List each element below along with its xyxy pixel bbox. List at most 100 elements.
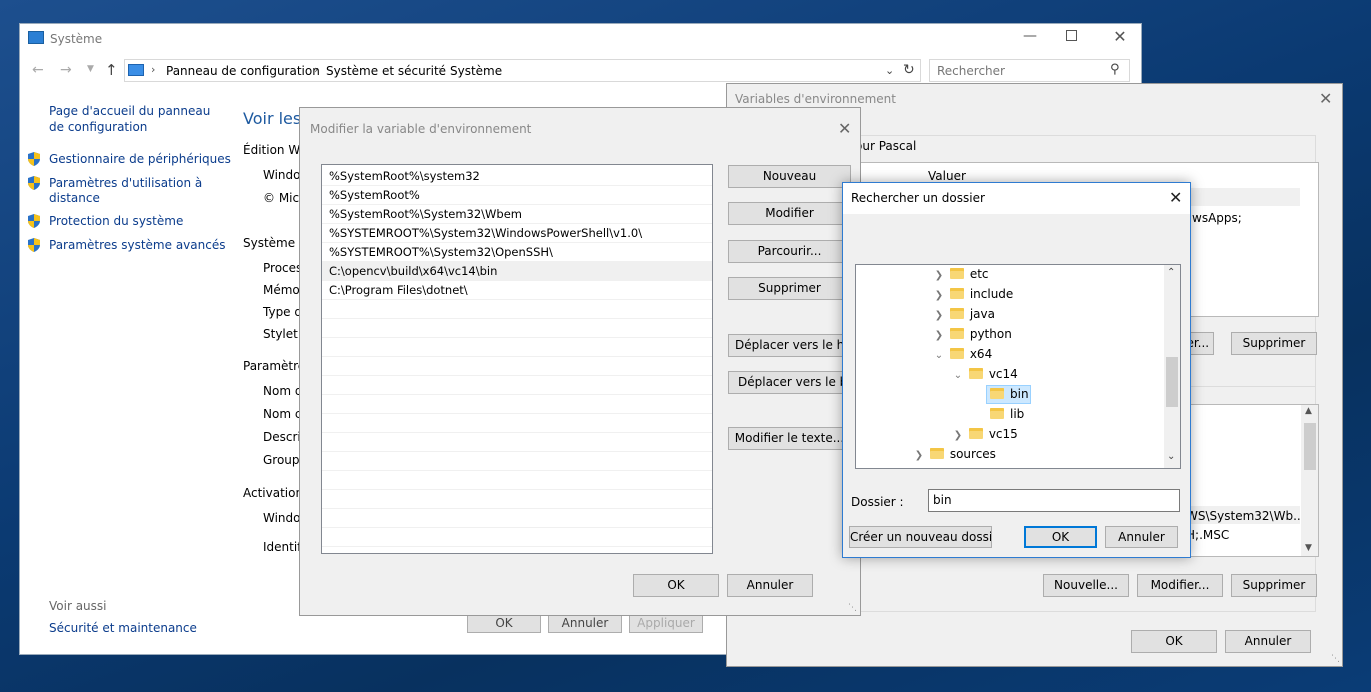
value-column-header[interactable]: Valuer — [928, 169, 966, 183]
path-list-item[interactable]: %SYSTEMROOT%\System32\WindowsPowerShell\… — [322, 224, 712, 243]
sidebar-item-device-manager[interactable]: Gestionnaire de périphériques — [26, 151, 236, 169]
tree-item-java[interactable]: ❯ java — [932, 307, 995, 321]
move-down-button[interactable]: Déplacer vers le bas — [728, 371, 851, 394]
edit-ok-button[interactable]: OK — [633, 574, 719, 597]
collapse-chevron-icon[interactable]: ⌄ — [951, 370, 965, 381]
env-cancel-button[interactable]: Annuler — [1225, 630, 1311, 653]
close-icon[interactable]: ✕ — [838, 119, 851, 138]
folder-tree[interactable]: ❯ etc ❯ include ❯ java ❯ python ⌄ x64 ⌄ … — [855, 264, 1181, 469]
search-input[interactable]: Rechercher ⚲ — [929, 59, 1130, 82]
expand-chevron-icon[interactable]: ❯ — [932, 330, 946, 341]
edit-cancel-button[interactable]: Annuler — [727, 574, 813, 597]
tree-item-python[interactable]: ❯ python — [932, 327, 1012, 341]
expand-chevron-icon[interactable]: ❯ — [932, 290, 946, 301]
empty-path-row — [322, 414, 712, 433]
scroll-thumb[interactable] — [1166, 357, 1178, 407]
breadcrumb-item[interactable]: Système et sécurité — [326, 64, 446, 78]
sidebar-item-advanced-settings[interactable]: Paramètres système avancés — [26, 237, 236, 255]
tree-item-include[interactable]: ❯ include — [932, 287, 1014, 301]
system-line: Mémoi — [263, 283, 304, 297]
browse-cancel-button[interactable]: Annuler — [1105, 526, 1178, 548]
up-arrow-icon[interactable]: ↑ — [105, 61, 118, 79]
scroll-down-icon[interactable]: ⌄ — [1167, 451, 1175, 462]
folder-input[interactable]: bin — [928, 489, 1180, 512]
resize-grip-icon[interactable]: ⋱ — [1331, 654, 1340, 664]
address-bar[interactable]: › Panneau de configuration › Système et … — [124, 59, 921, 82]
minimize-icon[interactable]: — — [1020, 28, 1040, 44]
system-vars-list[interactable]: WS\System32\Wb... H;.MSC ▲ ▼ — [1183, 404, 1319, 557]
resize-grip-icon[interactable]: ⋱ — [848, 603, 857, 613]
delete-path-button[interactable]: Supprimer — [728, 277, 851, 300]
edit-variable-window: Modifier la variable d'environnement ✕ %… — [299, 107, 861, 616]
tree-item-sources[interactable]: ❯ sources — [912, 447, 996, 461]
folder-icon — [968, 428, 983, 439]
path-list-item[interactable]: %SystemRoot%\system32 — [322, 167, 712, 186]
breadcrumb-separator-icon: › — [151, 63, 156, 76]
new-path-button[interactable]: Nouveau — [728, 165, 851, 188]
computer-icon — [128, 64, 144, 76]
sidebar-item-system-protection[interactable]: Protection du système — [26, 213, 236, 231]
path-list-item[interactable]: %SystemRoot% — [322, 186, 712, 205]
browse-path-button[interactable]: Parcourir... — [728, 240, 851, 263]
empty-path-row — [322, 490, 712, 509]
breadcrumb-item[interactable]: Panneau de configuration — [166, 64, 320, 78]
create-folder-button[interactable]: Créer un nouveau dossier — [849, 526, 992, 548]
modify-system-var-button[interactable]: Modifier... — [1137, 574, 1223, 597]
recent-chevron-icon[interactable]: ▼ — [87, 64, 94, 74]
expand-chevron-icon[interactable]: ❯ — [951, 430, 965, 441]
system-vars-scrollbar[interactable]: ▲ ▼ — [1301, 405, 1318, 556]
folder-tree-scrollbar[interactable]: ⌃ ⌄ — [1164, 265, 1180, 468]
browse-ok-button[interactable]: OK — [1024, 526, 1097, 548]
system-window-titlebar[interactable]: Système — ✕ — [20, 24, 1141, 54]
scroll-up-icon[interactable]: ⌃ — [1167, 267, 1175, 278]
move-up-button[interactable]: Déplacer vers le haut — [728, 334, 851, 357]
tree-item-label: include — [969, 287, 1014, 301]
empty-path-row — [322, 471, 712, 490]
modify-path-button[interactable]: Modifier — [728, 202, 851, 225]
expand-chevron-icon[interactable]: ❯ — [932, 270, 946, 281]
tree-item-vc15[interactable]: ❯ vc15 — [951, 427, 1018, 441]
tree-item-label: lib — [1010, 407, 1025, 421]
back-arrow-icon[interactable]: ← — [32, 62, 44, 78]
expand-chevron-icon[interactable]: ❯ — [912, 450, 926, 461]
close-icon[interactable]: ✕ — [1319, 89, 1332, 108]
edit-text-button[interactable]: Modifier le texte... — [728, 427, 851, 450]
tree-item-vc14[interactable]: ⌄ vc14 — [951, 367, 1018, 381]
search-icon[interactable]: ⚲ — [1110, 62, 1120, 77]
expand-chevron-icon[interactable]: ❯ — [932, 310, 946, 321]
folder-icon — [949, 328, 964, 339]
tree-item-lib[interactable]: lib — [990, 407, 1024, 421]
folder-icon — [929, 448, 944, 459]
system-window-title: Système — [50, 32, 103, 46]
control-panel-home-link[interactable]: Page d'accueil du panneau de configurati… — [49, 103, 219, 135]
user-delete-button[interactable]: Supprimer — [1231, 332, 1317, 355]
path-list[interactable]: %SystemRoot%\system32 %SystemRoot% %System… — [321, 164, 713, 554]
new-system-var-button[interactable]: Nouvelle... — [1043, 574, 1129, 597]
close-icon[interactable]: ✕ — [1110, 27, 1130, 46]
sidebar-item-remote-settings[interactable]: Paramètres d'utilisation à distance — [26, 175, 236, 209]
tree-item-label: python — [969, 327, 1012, 341]
env-ok-button[interactable]: OK — [1131, 630, 1217, 653]
path-list-item[interactable]: C:\Program Files\dotnet\ — [322, 281, 712, 300]
path-list-item[interactable]: C:\opencv\build\x64\vc14\bin — [322, 262, 712, 281]
path-list-item[interactable]: %SystemRoot%\System32\Wbem — [322, 205, 712, 224]
path-list-item[interactable]: %SYSTEMROOT%\System32\OpenSSH\ — [322, 243, 712, 262]
breadcrumb-separator-icon: › — [438, 63, 443, 76]
tree-item-etc[interactable]: ❯ etc — [932, 267, 989, 281]
scroll-up-icon[interactable]: ▲ — [1305, 406, 1312, 416]
breadcrumb-item[interactable]: Système — [450, 64, 502, 78]
scroll-thumb[interactable] — [1304, 423, 1316, 470]
scroll-down-icon[interactable]: ▼ — [1305, 543, 1312, 553]
maximize-icon[interactable] — [1066, 30, 1077, 41]
tree-item-bin[interactable]: bin — [990, 387, 1029, 401]
security-maintenance-link[interactable]: Sécurité et maintenance — [49, 621, 197, 635]
refresh-icon[interactable]: ↻ — [903, 62, 915, 78]
tree-item-x64[interactable]: ⌄ x64 — [932, 347, 992, 361]
delete-system-var-button[interactable]: Supprimer — [1231, 574, 1317, 597]
empty-path-row — [322, 376, 712, 395]
forward-arrow-icon[interactable]: → — [60, 62, 72, 78]
address-dropdown-icon[interactable]: ⌄ — [885, 64, 894, 77]
close-icon[interactable]: ✕ — [1169, 188, 1182, 207]
shield-icon — [26, 237, 40, 253]
collapse-chevron-icon[interactable]: ⌄ — [932, 350, 946, 361]
